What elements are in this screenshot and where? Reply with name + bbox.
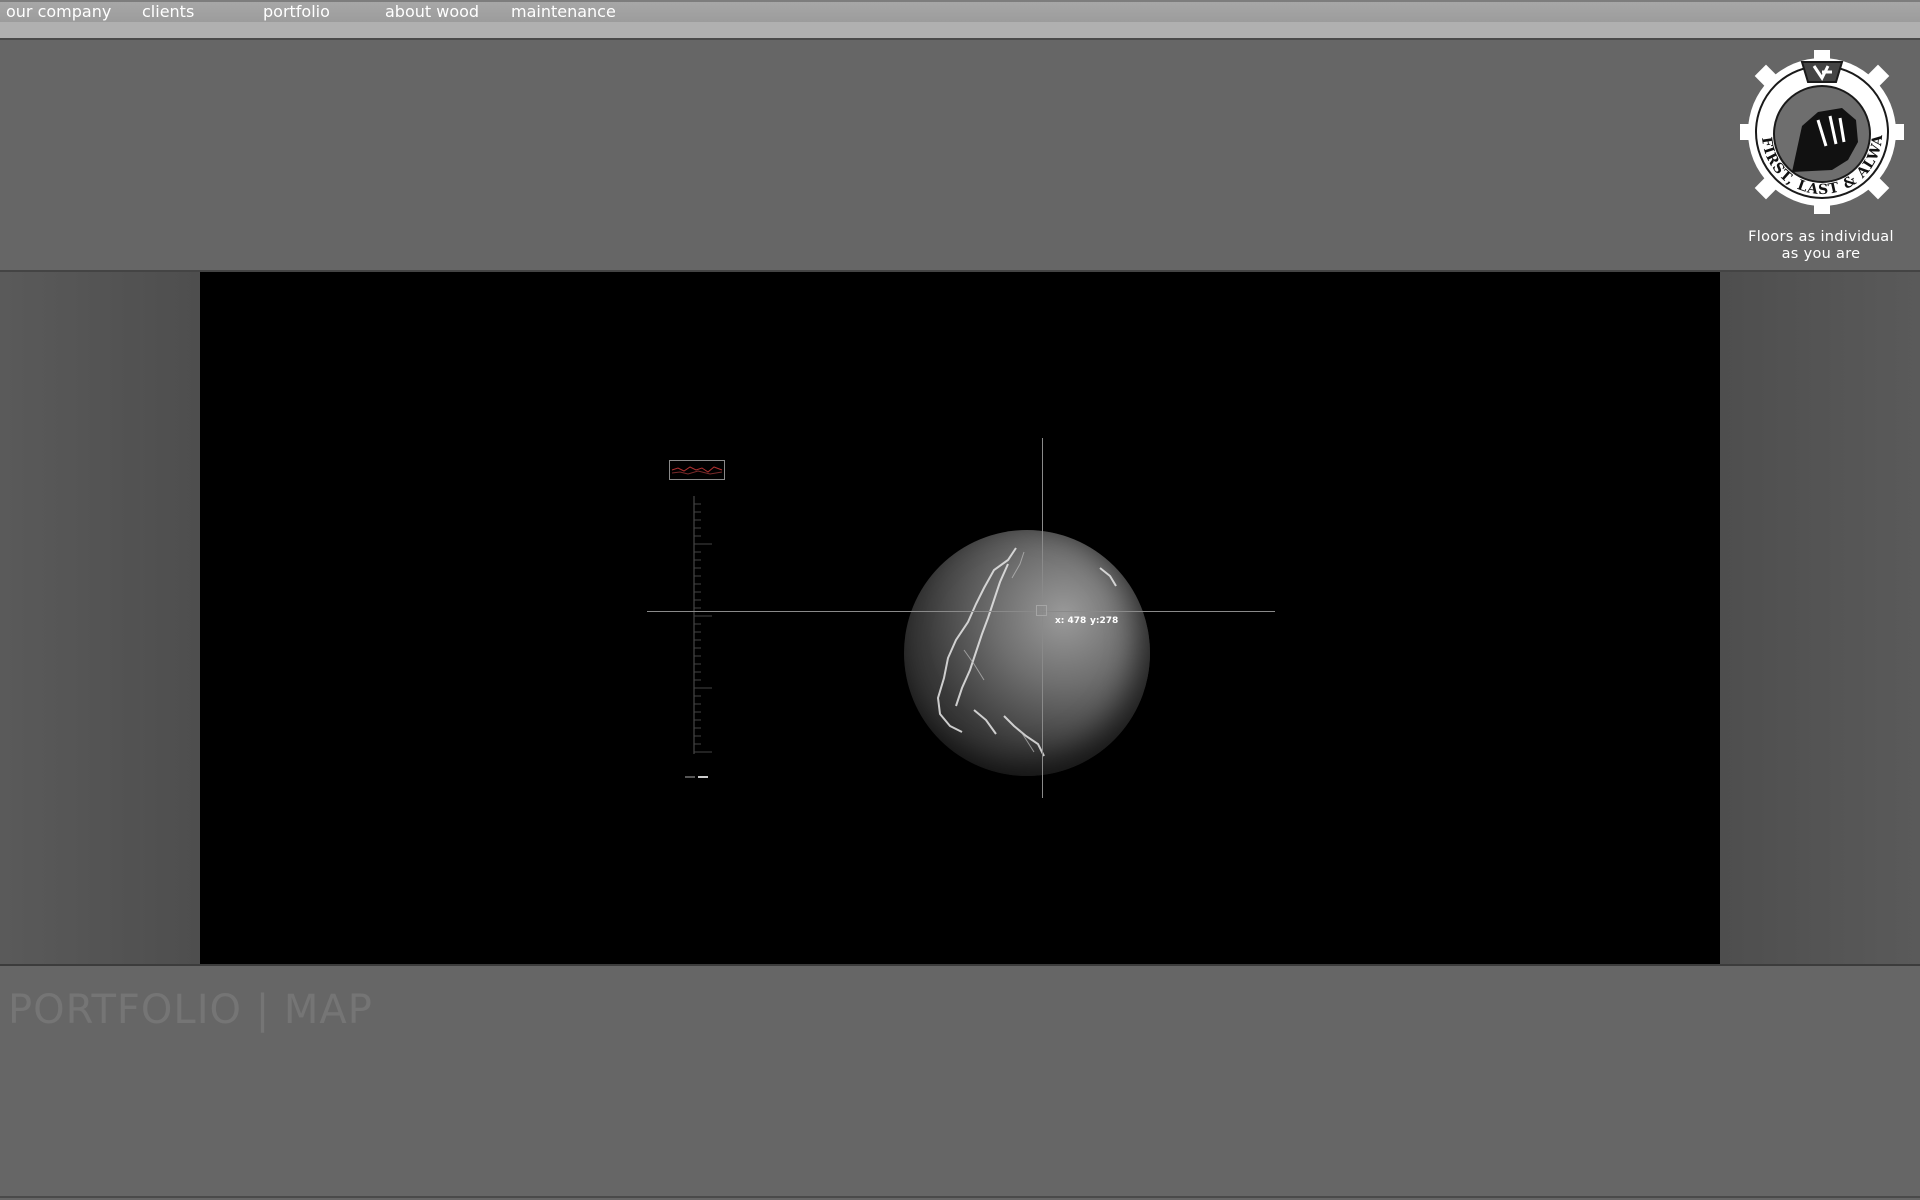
company-logo[interactable]: FIRST, LAST & ALWAYS [1726,30,1912,222]
tagline-line-1: Floors as individual [1748,229,1894,245]
right-side-panel [1720,272,1920,964]
minimap-thumbnail[interactable] [669,460,725,480]
nav-item-clients[interactable]: clients [142,2,194,24]
nav-item-portfolio[interactable]: portfolio [263,2,330,24]
crosshair-vertical [1042,438,1043,798]
left-side-panel [0,272,200,964]
crosshair-cursor [1036,605,1047,616]
minimap-icon [671,466,723,475]
zoom-in-button[interactable] [698,776,708,778]
header-band [0,40,1920,270]
zoom-slider[interactable] [674,496,714,758]
globe[interactable] [904,530,1150,776]
nav-item-our-company[interactable]: our company [6,2,111,24]
coordinate-x: x: 478 [1055,616,1087,626]
globe-continents [936,547,1117,757]
sub-navigation-strip [0,22,1920,39]
divider [0,1196,1920,1198]
gear-fist-logo-icon: FIRST, LAST & ALWAYS [1726,30,1904,214]
map-viewer[interactable]: x: 478 y:278 [200,272,1720,964]
divider [0,964,1920,966]
tagline-line-2: as you are [1781,246,1861,262]
nav-item-maintenance[interactable]: maintenance [511,2,616,24]
nav-item-about-wood[interactable]: about wood [385,2,479,24]
page: our company clients portfolio about wood… [0,0,1920,1200]
top-navigation: our company clients portfolio about wood… [0,0,1920,22]
page-title: PORTFOLIO | MAP [8,986,373,1033]
coordinate-y: y:278 [1090,616,1119,626]
tagline: Floors as individual as you are [1725,229,1917,263]
zoom-out-button[interactable] [685,776,695,778]
crosshair-horizontal [647,611,1275,612]
